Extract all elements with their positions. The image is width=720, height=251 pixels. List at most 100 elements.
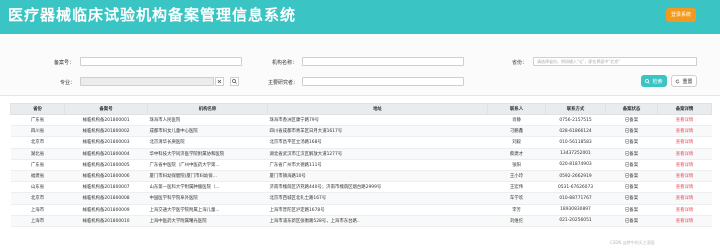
reset-button-label: 重置 [682, 78, 693, 85]
cell-contact: 李芳 [487, 204, 546, 216]
cell-org-name: 中国医学科学院阜外医院 [147, 192, 268, 205]
cell-record-no: 械临机构备201800005 [64, 159, 148, 171]
column-header-detail: 备案详情 [657, 103, 712, 115]
cell-province: 广东省 [10, 159, 65, 171]
cell-contact: 车学欢 [487, 192, 546, 205]
detail-link[interactable]: 查看详情 [676, 152, 694, 157]
refresh-icon [676, 78, 680, 83]
cell-org-name: 广东省中医院（广州中医药大学第... [147, 159, 268, 171]
cell-status: 已备案 [605, 181, 658, 194]
cell-detail: 查看详情 [657, 170, 712, 183]
cell-status: 已备案 [605, 159, 658, 171]
cell-contact: 王小玲 [487, 170, 546, 183]
detail-link[interactable]: 查看详情 [676, 174, 694, 179]
cell-province: 福建省 [10, 170, 65, 183]
cell-province: 北京市 [10, 136, 65, 149]
detail-link[interactable]: 查看详情 [676, 118, 694, 123]
org-name-label: 机构名称： [272, 60, 298, 66]
cell-detail: 查看详情 [657, 181, 712, 194]
cell-status: 已备案 [605, 148, 658, 160]
close-icon[interactable] [215, 77, 224, 86]
specialty-label: 专业： [60, 80, 76, 86]
cell-phone: 028-61866124 [545, 125, 606, 138]
cell-org-name: 华中科技大学同济医学院附属协和医院 [147, 148, 268, 160]
cell-province: 山东省 [10, 181, 65, 194]
cell-province: 上海市 [10, 215, 65, 227]
record-no-input[interactable] [80, 57, 242, 66]
cell-record-no: 械临机构备201800002 [64, 125, 148, 138]
record-no-label: 备案号： [54, 60, 75, 66]
cell-record-no: 械临机构备201800001 [64, 114, 148, 127]
cell-province: 上海市 [10, 204, 65, 216]
app-header: 医疗器械临床试验机构备案管理信息系统 登录系统 [0, 0, 720, 34]
cell-phone: 18930830897 [545, 204, 606, 216]
cell-org-name: 上海交通大学医学院附属上海儿童... [147, 204, 268, 216]
province-input[interactable]: 请选择省份，例如输入“sj”，即在界面中“北京” [533, 57, 697, 66]
detail-link[interactable]: 查看详情 [676, 208, 694, 213]
cell-status: 已备案 [605, 125, 658, 138]
cell-org-name: 北京清华长庚医院 [147, 136, 268, 149]
detail-link[interactable]: 查看详情 [676, 219, 694, 224]
column-header-org-name: 机构名称 [147, 103, 268, 115]
cell-status: 已备案 [605, 192, 658, 205]
cell-detail: 查看详情 [657, 159, 712, 171]
search-icon [645, 78, 651, 84]
cell-record-no: 械临机构备201800007 [64, 181, 148, 194]
detail-link[interactable]: 查看详情 [676, 163, 694, 168]
cell-phone: 0531-67626073 [545, 181, 606, 194]
app-title: 医疗器械临床试验机构备案管理信息系统 [8, 6, 297, 24]
search-button[interactable]: 检索 [641, 75, 667, 87]
table-row: 上海市 械临机构备201800010 上海中医药大学附属曙光医院 上海市浦东新区… [10, 215, 712, 227]
specialty-select[interactable] [80, 77, 214, 86]
table-header-row: 省份 备案号 机构名称 地址 联系人 联系方式 备案状态 备案详情 [10, 103, 712, 115]
reset-button[interactable]: 重置 [671, 75, 697, 87]
cell-address: 广东省广州市大德路111号 [267, 159, 488, 171]
cell-phone: 021-20256051 [545, 215, 606, 227]
detail-link[interactable]: 查看详情 [676, 196, 694, 201]
detail-link[interactable]: 查看详情 [676, 185, 694, 190]
investigator-input[interactable] [302, 77, 464, 86]
cell-detail: 查看详情 [657, 192, 712, 205]
search-icon[interactable] [230, 77, 239, 86]
cell-address: 厦门市镇海路10号 [267, 170, 488, 183]
cell-contact: 蔡建才 [487, 148, 546, 160]
table-row: 福建省 械临机构备201800006 厦门市妇幼保健院(厦门市妇幼保... 厦门… [10, 170, 712, 183]
cell-province: 广东省 [10, 114, 65, 127]
detail-link[interactable]: 查看详情 [676, 129, 694, 134]
cell-status: 已备案 [605, 170, 658, 183]
cell-contact: 肖静 [487, 114, 546, 127]
table-row: 广东省 械临机构备201800001 珠海市人民医院 珠海市香洲区康宁路79号 … [10, 114, 712, 127]
cell-phone: 0592-2662919 [545, 170, 606, 183]
cell-record-no: 械临机构备201800008 [64, 192, 148, 205]
cell-detail: 查看详情 [657, 215, 712, 227]
cell-record-no: 械临机构备201800006 [64, 170, 148, 183]
cell-detail: 查看详情 [657, 204, 712, 216]
org-name-input[interactable] [302, 57, 464, 66]
cell-phone: 0756-2157515 [545, 114, 606, 127]
cell-detail: 查看详情 [657, 114, 712, 127]
cell-status: 已备案 [605, 204, 658, 216]
cell-detail: 查看详情 [657, 125, 712, 138]
cell-contact: 刘毅 [487, 136, 546, 149]
cell-province: 北京市 [10, 192, 65, 205]
watermark: CSDN @梦中的天之酒壶 [610, 240, 655, 245]
cell-province: 湖北省 [10, 148, 65, 160]
investigator-label: 主要研究者： [268, 80, 299, 86]
cell-province: 四川省 [10, 125, 65, 138]
cell-record-no: 械临机构备201800003 [64, 136, 148, 149]
cell-address: 北京市西城区北礼士路167号 [267, 192, 488, 205]
cell-record-no: 械临机构备201800010 [64, 215, 148, 227]
cell-phone: 020-81874903 [545, 159, 606, 171]
detail-link[interactable]: 查看详情 [676, 140, 694, 145]
table-row: 北京市 械临机构备201800003 北京清华长庚医院 北京市昌平区立汤路168… [10, 136, 712, 149]
cell-address: 湖北省武汉市江汉区解放大道1277号 [267, 148, 488, 160]
cell-address: 珠海市香洲区康宁路79号 [267, 114, 488, 127]
login-button[interactable]: 登录系统 [666, 8, 696, 22]
cell-detail: 查看详情 [657, 148, 712, 160]
cell-phone: 13437252001 [545, 148, 606, 160]
cell-contact: 刁鹏鑫 [487, 125, 546, 138]
column-header-address: 地址 [267, 103, 488, 115]
cell-org-name: 上海中医药大学附属曙光医院 [147, 215, 268, 227]
cell-org-name: 成都市妇女儿童中心医院 [147, 125, 268, 138]
column-header-status: 备案状态 [605, 103, 658, 115]
